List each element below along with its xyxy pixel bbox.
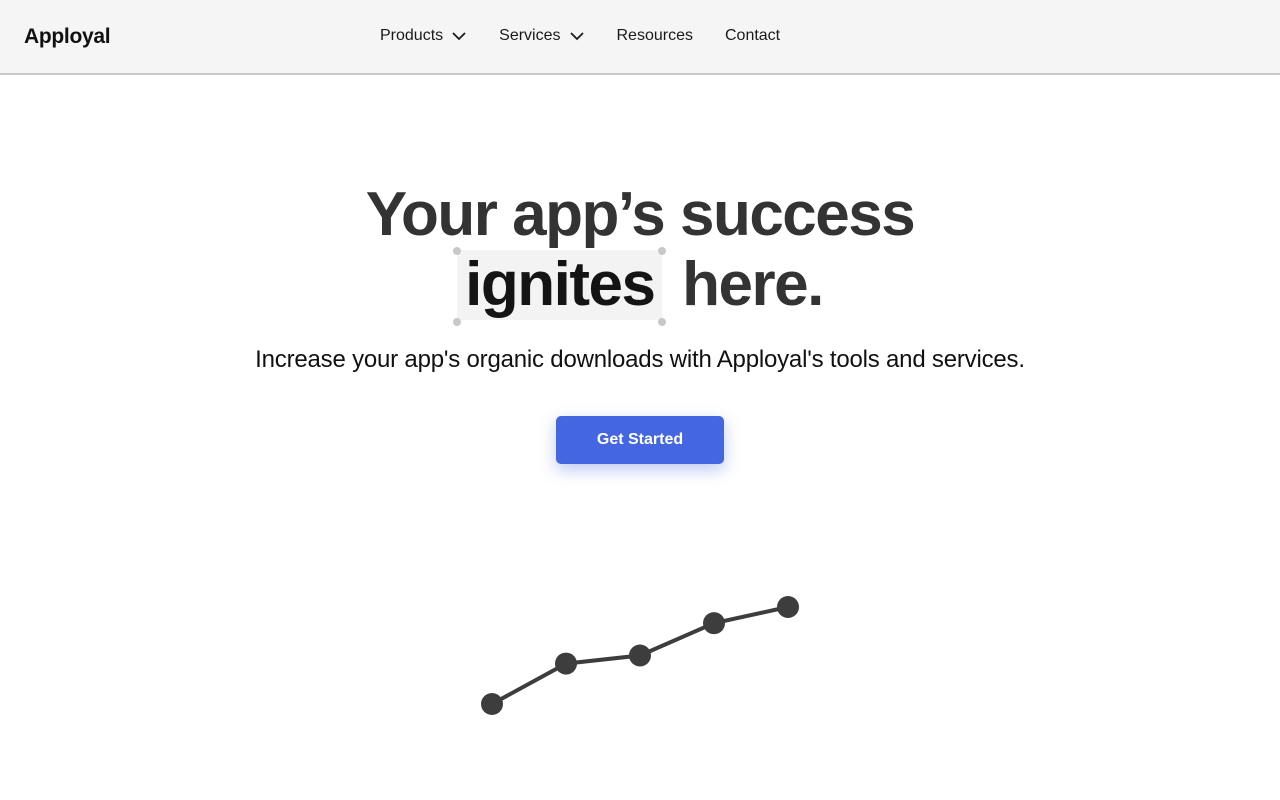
nav-item-label: Contact (724, 27, 781, 44)
chart-point-4 (703, 612, 725, 635)
nav-item-label: Resources (616, 27, 693, 44)
highlighted-word-text: ignites (465, 250, 656, 319)
resize-handle[interactable] (658, 247, 667, 255)
nav-item-resources[interactable]: Resources (617, 26, 693, 46)
resize-handle[interactable] (453, 318, 462, 326)
resize-handle[interactable] (658, 318, 667, 326)
chart-point-3 (629, 644, 651, 667)
hero-subtitle: Increase your app's organic downloads wi… (255, 346, 1025, 373)
highlighted-word[interactable]: ignites (453, 247, 667, 326)
chevron-down-icon (451, 28, 467, 44)
nav-item-label: Services (499, 27, 561, 44)
chart-point-1 (481, 693, 503, 715)
chevron-down-icon (569, 28, 585, 44)
chart-point-5 (777, 596, 799, 618)
main-nav: Products Services Resources Contact (380, 26, 812, 46)
get-started-button[interactable]: Get Started (556, 416, 724, 464)
resize-handle[interactable] (453, 247, 462, 255)
hero-title-line-2-rest: here. (682, 250, 824, 319)
nav-item-products[interactable]: Products (380, 26, 467, 46)
hero-title: Your app’s success ignites here. (0, 180, 1280, 326)
chart-point-2 (555, 652, 577, 675)
landing-page: Apployal Products Services Resources Con… (0, 0, 1280, 800)
nav-item-label: Products (380, 27, 444, 44)
brand-logo[interactable]: Apployal (24, 25, 111, 49)
nav-item-contact[interactable]: Contact (725, 26, 780, 46)
nav-item-services[interactable]: Services (499, 26, 584, 46)
growth-chart-graphic (481, 596, 799, 715)
site-header: Apployal Products Services Resources Con… (0, 0, 1280, 75)
hero-title-line-1: Your app’s success (365, 180, 916, 249)
hero-title-line-2: ignites here. (0, 247, 1280, 326)
